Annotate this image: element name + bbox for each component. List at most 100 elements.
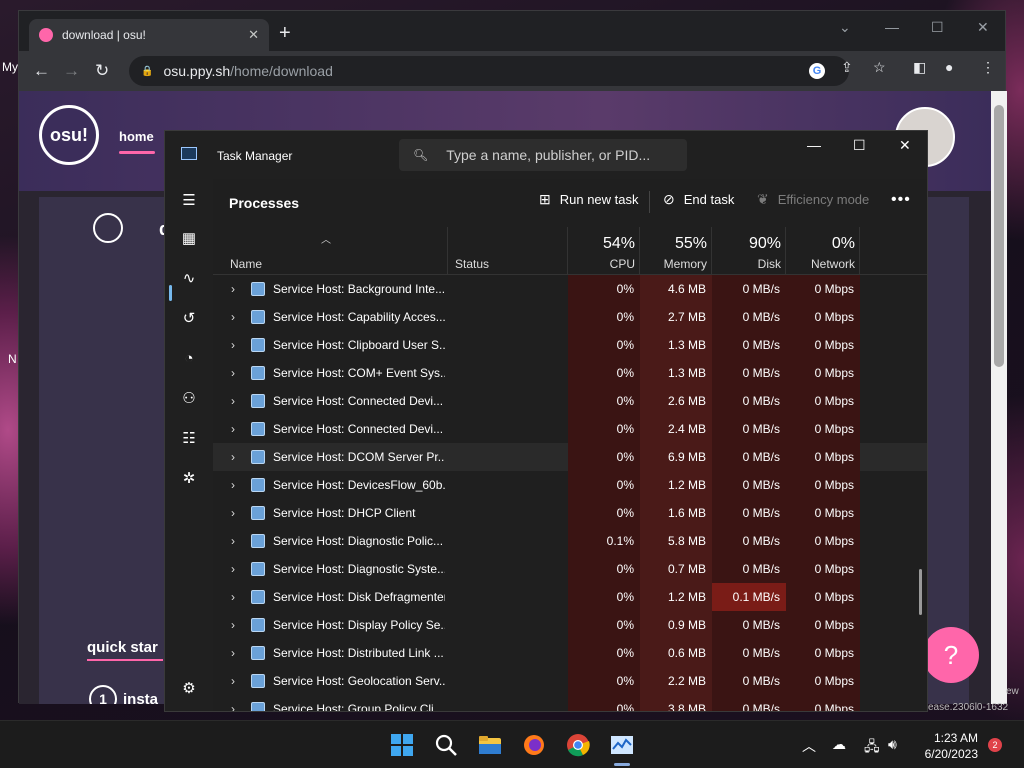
expand-chevron-icon[interactable]: ›: [231, 646, 235, 660]
table-row[interactable]: › Service Host: Display Policy Se... 0% 0.9…: [213, 611, 927, 639]
performance-icon[interactable]: ∿: [179, 269, 199, 289]
tm-search-input[interactable]: [446, 147, 677, 163]
table-row[interactable]: › Service Host: COM+ Event Sys... 0% 1.3 MB…: [213, 359, 927, 387]
table-row[interactable]: › Service Host: Background Inte... 0% 4.6 M…: [213, 275, 927, 303]
column-memory[interactable]: Memory: [640, 257, 707, 271]
url-path: /home/download: [230, 63, 333, 79]
table-row[interactable]: › Service Host: Connected Devi... 0% 2.6 MB…: [213, 387, 927, 415]
table-row[interactable]: › Service Host: DCOM Server Pr... 0% 6.9 MB…: [213, 443, 927, 471]
back-icon[interactable]: ←: [33, 61, 50, 81]
column-network[interactable]: Network: [786, 257, 855, 271]
table-row[interactable]: › Service Host: Diagnostic Syste... 0% 0.7 …: [213, 555, 927, 583]
browser-tab[interactable]: download | osu! ✕: [29, 19, 269, 51]
network-percent[interactable]: 0%: [786, 235, 855, 253]
help-button[interactable]: ?: [923, 627, 979, 683]
table-row[interactable]: › Service Host: Capability Acces... 0% 2.7 …: [213, 303, 927, 331]
more-options-icon[interactable]: •••: [891, 191, 911, 209]
table-row[interactable]: › Service Host: Geolocation Serv... 0% 2.2 …: [213, 667, 927, 695]
bookmark-star-icon[interactable]: ☆: [873, 59, 886, 76]
reload-icon[interactable]: ↻: [95, 61, 109, 81]
column-disk[interactable]: Disk: [712, 257, 781, 271]
memory-percent[interactable]: 55%: [640, 235, 707, 253]
tm-search-box[interactable]: 🔍︎: [399, 139, 687, 171]
expand-chevron-icon[interactable]: ›: [231, 422, 235, 436]
profile-icon[interactable]: ●: [945, 59, 953, 75]
details-icon[interactable]: ☷: [179, 429, 199, 449]
end-task-button[interactable]: ⊘ End task: [663, 191, 734, 208]
network-icon[interactable]: 🖧: [864, 736, 880, 760]
tm-minimize-icon[interactable]: —: [807, 137, 821, 153]
table-row[interactable]: › Service Host: Clipboard User S... 0% 1.3 …: [213, 331, 927, 359]
task-manager-taskbar-icon[interactable]: [610, 733, 634, 757]
process-list-scrollbar[interactable]: [919, 569, 922, 615]
disk-percent[interactable]: 90%: [712, 235, 781, 253]
google-icon[interactable]: G: [809, 63, 825, 79]
firefox-icon[interactable]: [522, 733, 546, 757]
tray-chevron-icon[interactable]: ︿: [802, 736, 816, 756]
page-scrollbar-thumb[interactable]: [994, 105, 1004, 367]
search-icon[interactable]: [434, 733, 458, 757]
taskbar-clock[interactable]: 1:23 AM 6/20/2023: [914, 730, 978, 762]
cpu-cell: 0%: [568, 611, 640, 639]
windows-start-icon[interactable]: [390, 733, 414, 757]
expand-chevron-icon[interactable]: ›: [231, 590, 235, 604]
close-window-icon[interactable]: ✕: [977, 19, 989, 36]
run-new-task-button[interactable]: ⊞ Run new task: [539, 191, 639, 208]
expand-chevron-icon[interactable]: ›: [231, 282, 235, 296]
close-tab-icon[interactable]: ✕: [248, 27, 259, 43]
cloud-icon[interactable]: ☁: [832, 736, 846, 753]
address-bar[interactable]: 🔒 osu.ppy.sh/home/download: [129, 56, 849, 86]
expand-chevron-icon[interactable]: ›: [231, 702, 235, 711]
expand-chevron-icon[interactable]: ›: [231, 674, 235, 688]
maximize-icon[interactable]: ☐: [931, 19, 944, 36]
forward-icon[interactable]: →: [63, 61, 80, 81]
page-scrollbar[interactable]: [991, 91, 1007, 704]
hamburger-menu-icon[interactable]: ☰: [179, 191, 199, 211]
column-name[interactable]: Name: [230, 257, 262, 271]
cpu-percent[interactable]: 54%: [568, 235, 635, 253]
expand-chevron-icon[interactable]: ›: [231, 534, 235, 548]
tm-maximize-icon[interactable]: ☐: [853, 137, 866, 154]
table-row[interactable]: › Service Host: Group Policy Cli... 0% 3.8 …: [213, 695, 927, 711]
efficiency-mode-button[interactable]: ❦ Efficiency mode: [757, 191, 869, 208]
app-history-icon[interactable]: ↺: [179, 309, 199, 329]
chrome-icon[interactable]: [566, 733, 590, 757]
new-tab-button[interactable]: +: [279, 23, 291, 43]
users-icon[interactable]: ⚇: [179, 389, 199, 409]
processes-icon[interactable]: ▦: [179, 229, 199, 249]
expand-chevron-icon[interactable]: ›: [231, 478, 235, 492]
expand-chevron-icon[interactable]: ›: [231, 366, 235, 380]
expand-chevron-icon[interactable]: ›: [231, 338, 235, 352]
table-row[interactable]: › Service Host: DHCP Client 0% 1.6 MB 0 MB/s…: [213, 499, 927, 527]
cpu-cell: 0%: [568, 695, 640, 711]
column-status[interactable]: Status: [455, 257, 489, 271]
services-icon[interactable]: ✲: [179, 469, 199, 489]
column-cpu[interactable]: CPU: [568, 257, 635, 271]
expand-chevron-icon[interactable]: ›: [231, 506, 235, 520]
menu-kebab-icon[interactable]: ⋮: [981, 59, 995, 76]
expand-chevron-icon[interactable]: ›: [231, 618, 235, 632]
expand-chevron-icon[interactable]: ›: [231, 562, 235, 576]
tm-close-icon[interactable]: ✕: [899, 137, 911, 154]
notification-badge[interactable]: 2: [988, 738, 1002, 752]
table-row[interactable]: › Service Host: Disk Defragmenter 0% 1.2 MB…: [213, 583, 927, 611]
share-icon[interactable]: ⇪: [841, 59, 853, 76]
table-row[interactable]: › Service Host: Connected Devi... 0% 2.4 MB…: [213, 415, 927, 443]
startup-apps-icon[interactable]: ◔: [179, 349, 199, 369]
table-row[interactable]: › Service Host: Distributed Link ... 0% 0.6…: [213, 639, 927, 667]
volume-icon[interactable]: 🔊︎: [888, 736, 897, 753]
disk-cell: 0 MB/s: [712, 527, 786, 555]
osu-logo[interactable]: osu!: [39, 105, 99, 165]
expand-chevron-icon[interactable]: ›: [231, 450, 235, 464]
settings-gear-icon[interactable]: ⚙: [179, 679, 199, 699]
nav-home[interactable]: home: [119, 129, 154, 144]
tab-search-icon[interactable]: ⌄: [839, 19, 851, 36]
file-explorer-icon[interactable]: [478, 733, 502, 757]
table-row[interactable]: › Service Host: DevicesFlow_60b... 0% 1.2 M…: [213, 471, 927, 499]
expand-chevron-icon[interactable]: ›: [231, 310, 235, 324]
table-row[interactable]: › Service Host: Diagnostic Polic... 0.1% 5.…: [213, 527, 927, 555]
expand-chevron-icon[interactable]: ›: [231, 394, 235, 408]
side-panel-icon[interactable]: ◧: [913, 59, 926, 76]
service-host-icon: [251, 534, 265, 548]
minimize-icon[interactable]: —: [885, 19, 899, 35]
